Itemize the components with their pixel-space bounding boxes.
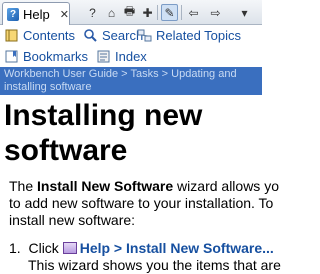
- step-description: This wizard shows you the items that are: [28, 257, 281, 273]
- index-label: Index: [115, 48, 147, 64]
- breadcrumb-separator: >: [118, 68, 131, 80]
- step-click-text: Click: [28, 240, 63, 256]
- contents-label: Contents: [23, 27, 76, 43]
- help-icon: ?: [7, 7, 20, 21]
- search-icon: [83, 28, 98, 43]
- highlight-search-terms-icon[interactable]: ✎: [161, 4, 178, 21]
- back-arrow-icon[interactable]: ⇦: [185, 4, 202, 21]
- search-link[interactable]: Search: [83, 27, 143, 43]
- contents-link[interactable]: Contents: [4, 27, 75, 43]
- view-menu-chevron-down-icon[interactable]: ▾: [236, 4, 253, 21]
- bookmarks-link[interactable]: Bookmarks: [4, 48, 88, 64]
- help-view-tab[interactable]: ? Help ✕: [2, 2, 70, 25]
- forward-arrow-icon[interactable]: ⇨: [207, 4, 224, 21]
- intro-text-rest: wizard allows yo: [173, 178, 279, 194]
- show-in-all-topics-icon[interactable]: ?: [84, 4, 101, 21]
- intro-text-start: The: [9, 178, 38, 194]
- index-icon: [96, 49, 111, 64]
- breadcrumb: Workbench User Guide > Tasks > Updating …: [0, 67, 262, 95]
- bookmarks-icon: [4, 49, 19, 64]
- bookmark-document-icon[interactable]: ✚: [139, 4, 156, 21]
- related-topics-label: Related Topics: [156, 27, 242, 43]
- breadcrumb-separator: >: [158, 68, 172, 80]
- contents-book-icon: [4, 28, 19, 43]
- index-link[interactable]: Index: [96, 48, 147, 64]
- view-tab-bar: ? Help ✕ ? ⌂ 🖶 ✚ ✎ ⇦ ⇨ ▾: [0, 0, 262, 25]
- toolbar-separator: [181, 5, 182, 20]
- page-title-line2: software: [4, 134, 128, 167]
- related-topics-icon: [137, 28, 152, 43]
- intro-paragraph: The Install New Software wizard allows y…: [9, 178, 279, 229]
- step-item-1: 1. Click Help > Install New Software... …: [9, 240, 281, 274]
- install-wizard-icon: [62, 242, 77, 254]
- page-title-line1: Installing new: [4, 99, 203, 132]
- related-topics-link[interactable]: Related Topics: [137, 27, 241, 43]
- print-icon[interactable]: 🖶: [121, 4, 138, 21]
- toolbar-separator: [157, 5, 158, 20]
- home-icon[interactable]: ⌂: [103, 4, 120, 21]
- help-tab-label: Help: [23, 6, 50, 22]
- intro-wizard-name: Install New Software: [37, 178, 174, 194]
- intro-line3: install new software:: [9, 212, 136, 228]
- intro-line2: to add new software to your installation…: [9, 195, 274, 211]
- bookmarks-label: Bookmarks: [23, 48, 89, 64]
- breadcrumb-link-workbench-user-guide[interactable]: Workbench User Guide: [4, 68, 118, 80]
- breadcrumb-link-tasks[interactable]: Tasks: [130, 68, 158, 80]
- page-title: Installing new software: [4, 98, 262, 168]
- install-new-software-link[interactable]: Help > Install New Software...: [80, 240, 274, 256]
- close-icon[interactable]: ✕: [60, 8, 69, 21]
- help-nav-links: Contents Search Related Topics Bookmarks…: [0, 25, 262, 67]
- step-number: 1.: [9, 240, 21, 256]
